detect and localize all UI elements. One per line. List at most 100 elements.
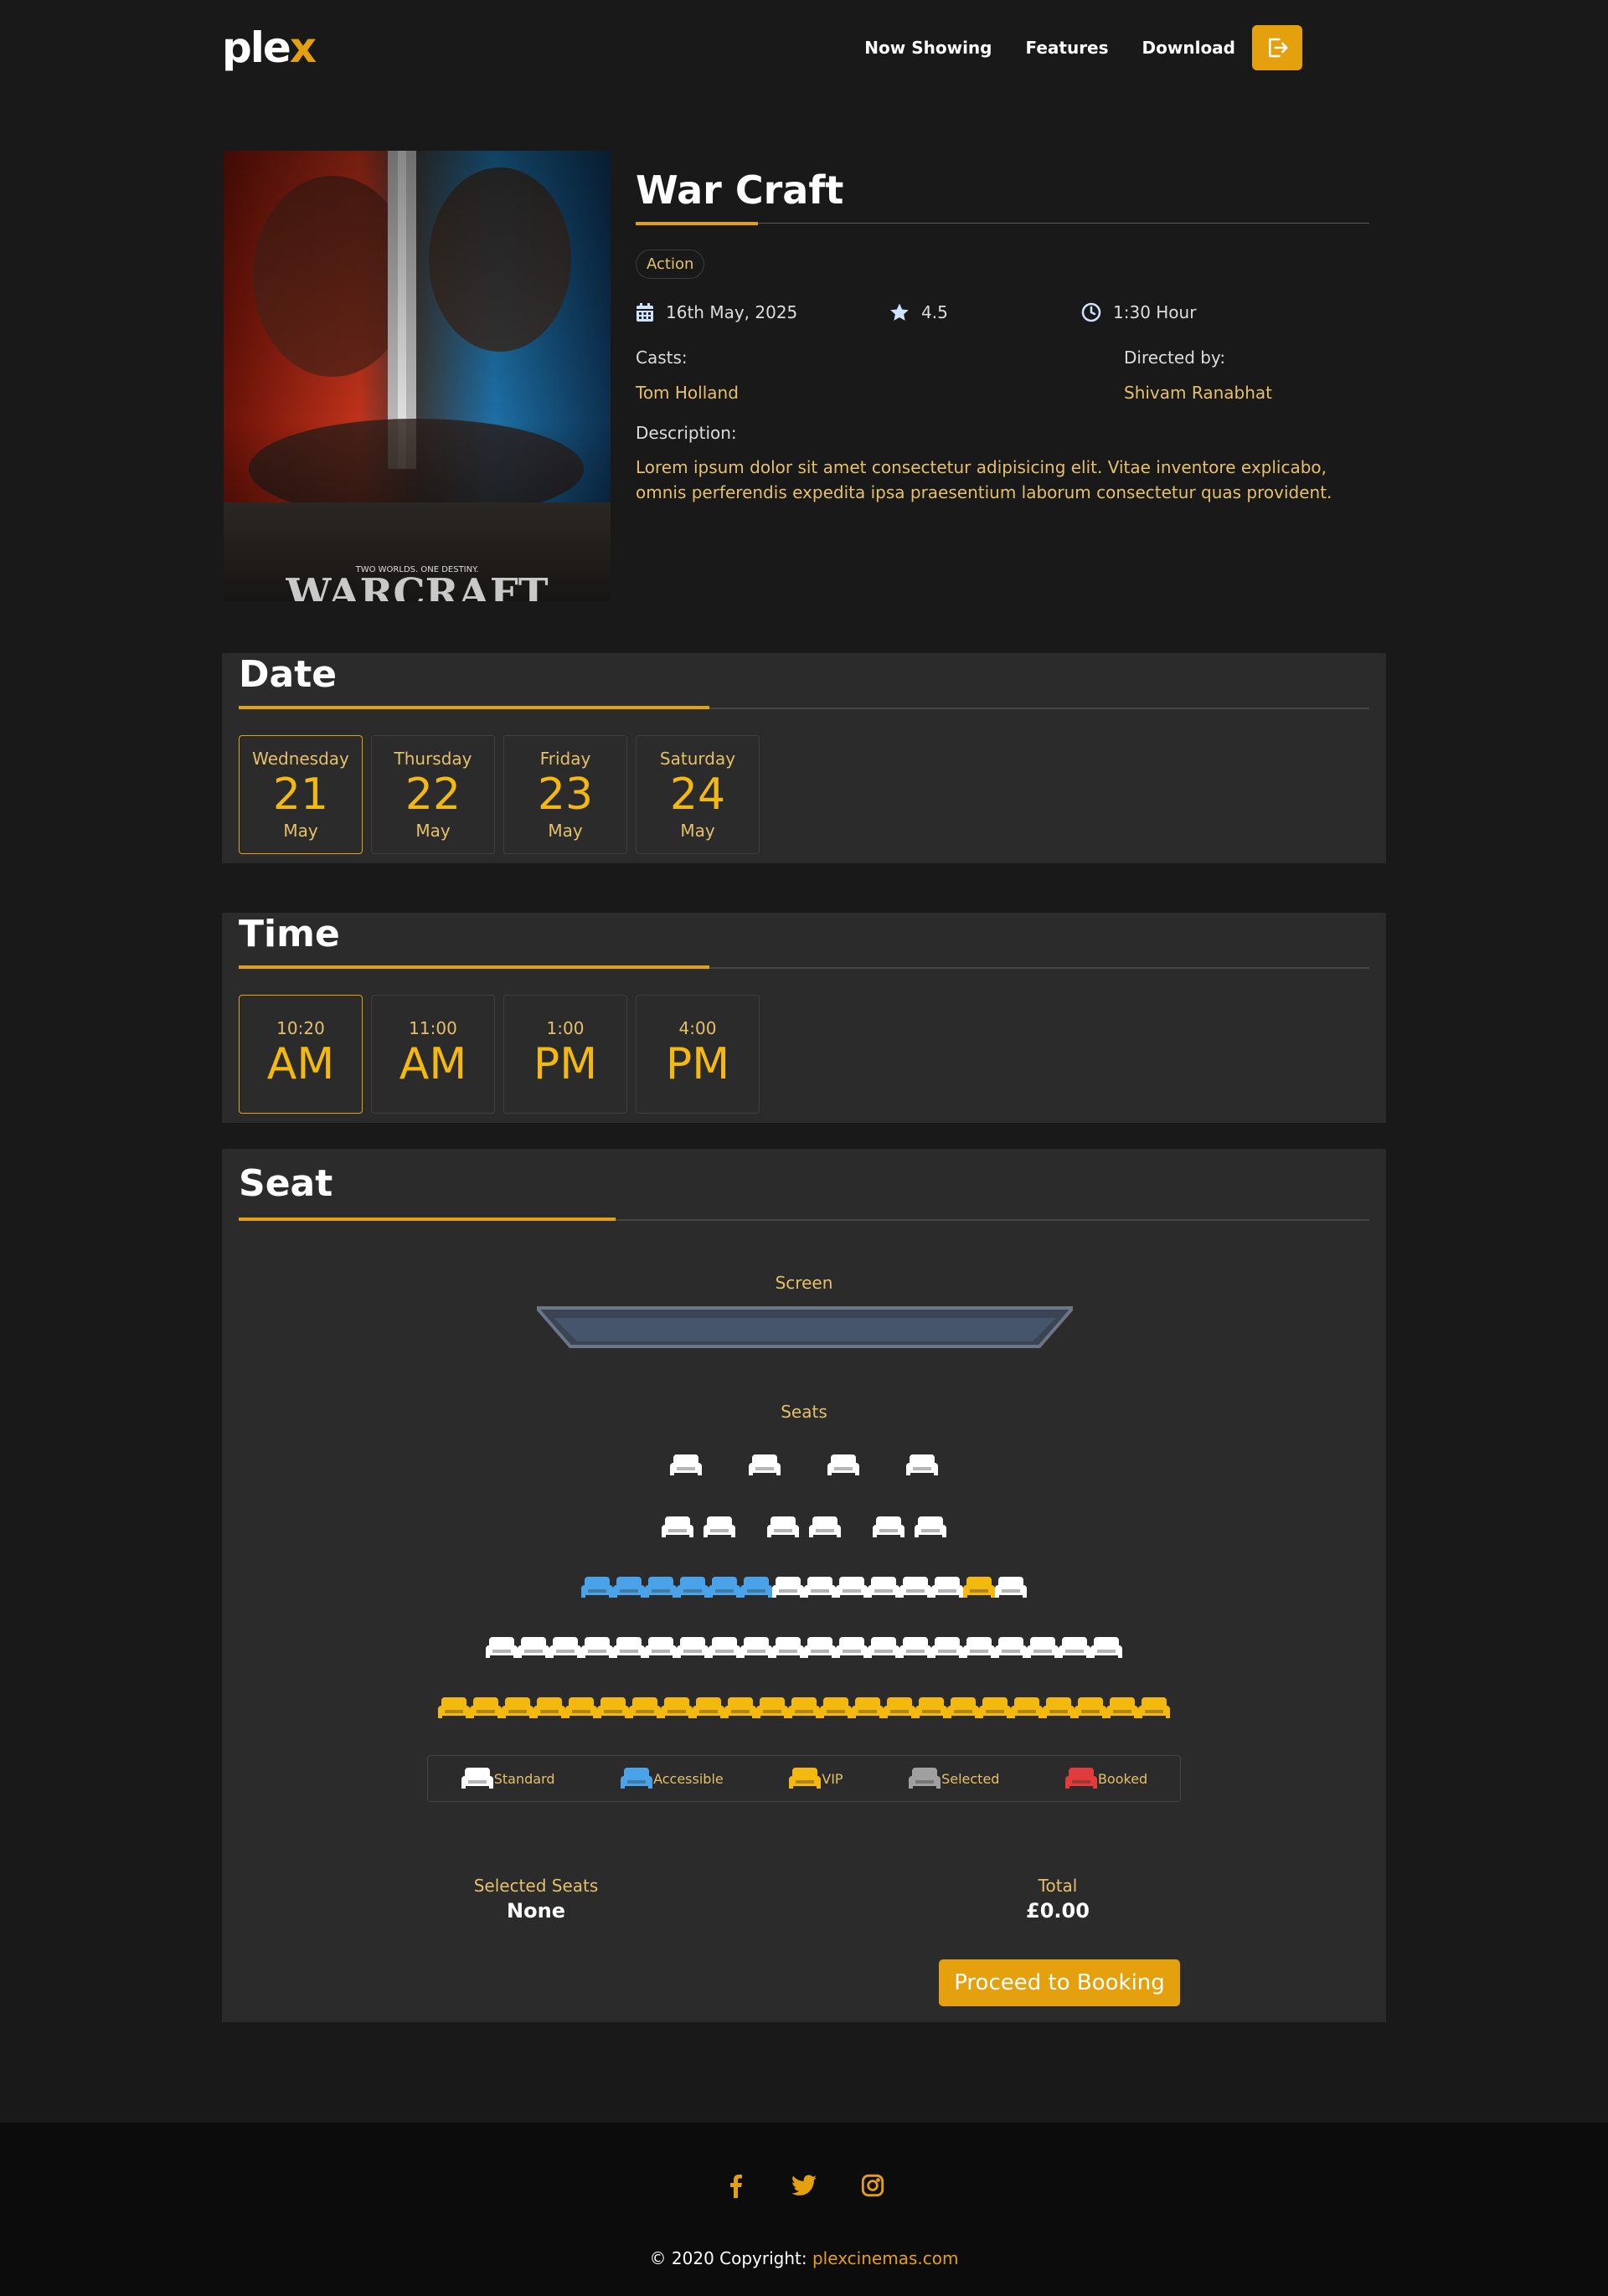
seat-vip[interactable]	[755, 1695, 789, 1722]
seat-standard[interactable]	[914, 1514, 947, 1541]
time-option[interactable]: 11:00 AM	[371, 995, 495, 1114]
seat-standard-icon	[740, 1637, 772, 1658]
seat-vip[interactable]	[1074, 1695, 1107, 1722]
seat-accessible-icon	[581, 1577, 613, 1598]
seat-standard[interactable]	[930, 1634, 964, 1661]
seat-standard[interactable]	[835, 1634, 868, 1661]
seat-standard-icon	[868, 1577, 899, 1598]
seat-vip[interactable]	[883, 1695, 916, 1722]
seat-vip[interactable]	[1010, 1695, 1044, 1722]
seat-standard[interactable]	[771, 1634, 805, 1661]
seat-standard[interactable]	[867, 1634, 900, 1661]
seat-standard[interactable]	[517, 1634, 550, 1661]
seat-standard[interactable]	[803, 1634, 837, 1661]
seat-vip[interactable]	[628, 1695, 662, 1722]
seat-standard[interactable]	[827, 1452, 860, 1479]
seat-standard[interactable]	[612, 1634, 646, 1661]
logo-text: ple	[222, 23, 291, 72]
seat-vip[interactable]	[533, 1695, 566, 1722]
seat-standard[interactable]	[994, 1634, 1028, 1661]
nav-now-showing[interactable]: Now Showing	[864, 38, 992, 58]
seat-standard[interactable]	[669, 1452, 703, 1479]
seat-standard[interactable]	[808, 1514, 842, 1541]
seat-standard[interactable]	[740, 1634, 773, 1661]
seat-standard[interactable]	[748, 1452, 781, 1479]
seat-gap	[793, 1452, 815, 1479]
seat-accessible[interactable]	[580, 1574, 614, 1601]
seat-standard[interactable]	[676, 1634, 709, 1661]
seat-vip[interactable]	[1137, 1695, 1171, 1722]
plex-logo[interactable]: plex	[222, 23, 317, 72]
seat-standard[interactable]	[644, 1634, 678, 1661]
seat-standard[interactable]	[1090, 1634, 1123, 1661]
seat-standard[interactable]	[708, 1634, 741, 1661]
seat-vip[interactable]	[787, 1695, 821, 1722]
time-option[interactable]: 10:20 AM	[239, 995, 363, 1114]
seat-standard[interactable]	[930, 1574, 964, 1601]
proceed-to-booking-button[interactable]: Proceed to Booking	[939, 1959, 1180, 2006]
seat-accessible-icon	[645, 1577, 677, 1598]
time-option[interactable]: 1:00 PM	[503, 995, 627, 1114]
seat-standard-icon	[931, 1637, 963, 1658]
seat-standard[interactable]	[703, 1514, 736, 1541]
seat-vip[interactable]	[851, 1695, 884, 1722]
seat-vip[interactable]	[437, 1695, 471, 1722]
title-divider	[636, 221, 1369, 225]
seat-vip-icon	[1138, 1697, 1170, 1718]
time-value: 1:00	[546, 1018, 585, 1038]
nav-features[interactable]: Features	[1025, 38, 1108, 58]
date-option[interactable]: Thursday 22 May	[371, 735, 495, 854]
seat-vip[interactable]	[1106, 1695, 1139, 1722]
seat-standard[interactable]	[899, 1574, 932, 1601]
seat-standard[interactable]	[549, 1634, 582, 1661]
nav-download[interactable]: Download	[1142, 38, 1235, 58]
seat-vip[interactable]	[501, 1695, 534, 1722]
date-option[interactable]: Friday 23 May	[503, 735, 627, 854]
seat-standard[interactable]	[803, 1574, 837, 1601]
time-option[interactable]: 4:00 PM	[636, 995, 760, 1114]
seat-vip[interactable]	[564, 1695, 598, 1722]
seat-standard[interactable]	[867, 1574, 900, 1601]
seat-standard-icon	[670, 1454, 702, 1475]
seat-vip[interactable]	[724, 1695, 757, 1722]
seat-standard[interactable]	[994, 1574, 1028, 1601]
seat-vip[interactable]	[596, 1695, 630, 1722]
date-option[interactable]: Wednesday 21 May	[239, 735, 363, 854]
twitter-link[interactable]	[787, 2169, 821, 2202]
seat-accessible[interactable]	[612, 1574, 646, 1601]
seat-vip[interactable]	[962, 1574, 996, 1601]
seat-standard[interactable]	[485, 1634, 518, 1661]
seat-standard[interactable]	[835, 1574, 868, 1601]
seat-vip[interactable]	[660, 1695, 693, 1722]
seat-accessible[interactable]	[740, 1574, 773, 1601]
legend-label: Standard	[493, 1770, 555, 1787]
seat-vip[interactable]	[978, 1695, 1012, 1722]
facebook-link[interactable]	[719, 2169, 752, 2202]
time-period: PM	[533, 1039, 598, 1089]
seat-accessible[interactable]	[708, 1574, 741, 1601]
seat-standard[interactable]	[899, 1634, 932, 1661]
seat-standard[interactable]	[905, 1452, 939, 1479]
seat-standard[interactable]	[580, 1634, 614, 1661]
seat-vip[interactable]	[469, 1695, 502, 1722]
seat-vip[interactable]	[1042, 1695, 1075, 1722]
seat-accessible[interactable]	[644, 1574, 678, 1601]
instagram-link[interactable]	[856, 2169, 889, 2202]
seat-standard[interactable]	[766, 1514, 800, 1541]
date-option[interactable]: Saturday 24 May	[636, 735, 760, 854]
seat-standard[interactable]	[771, 1574, 805, 1601]
seat-vip[interactable]	[819, 1695, 853, 1722]
seat-vip[interactable]	[946, 1695, 980, 1722]
seat-standard-icon	[645, 1637, 677, 1658]
copyright-link[interactable]: plexcinemas.com	[812, 2248, 958, 2268]
seat-vip[interactable]	[915, 1695, 948, 1722]
logout-button[interactable]	[1252, 25, 1302, 70]
seat-standard[interactable]	[1058, 1634, 1091, 1661]
seat-accessible[interactable]	[676, 1574, 709, 1601]
seat-vip[interactable]	[692, 1695, 725, 1722]
seat-standard[interactable]	[661, 1514, 694, 1541]
seat-standard[interactable]	[1026, 1634, 1059, 1661]
seat-standard[interactable]	[962, 1634, 996, 1661]
seat-standard[interactable]	[872, 1514, 905, 1541]
genre-badge[interactable]: Action	[636, 250, 705, 279]
